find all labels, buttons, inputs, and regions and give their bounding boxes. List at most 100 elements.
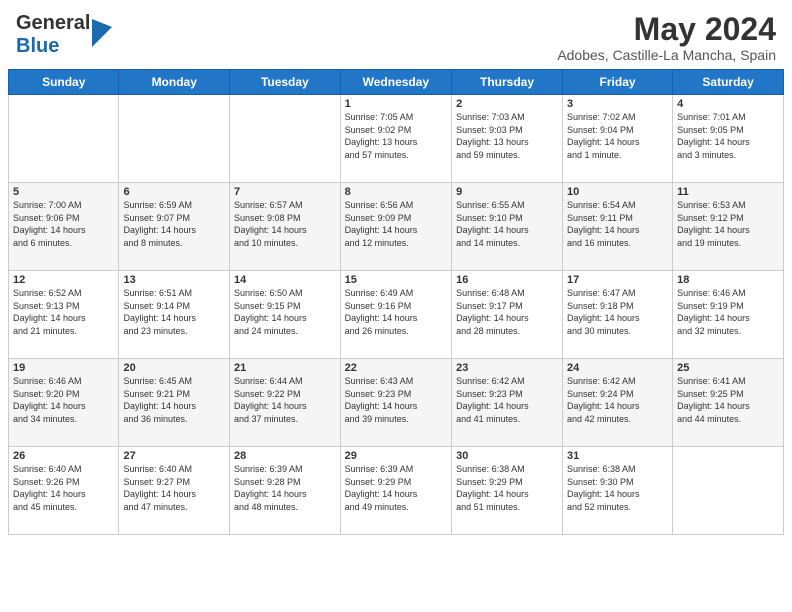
- calendar-cell: 24Sunrise: 6:42 AM Sunset: 9:24 PM Dayli…: [562, 359, 672, 447]
- page: General Blue May 2024 Adobes, Castille-L…: [0, 0, 792, 612]
- day-info: Sunrise: 6:54 AM Sunset: 9:11 PM Dayligh…: [567, 199, 668, 249]
- day-info: Sunrise: 7:05 AM Sunset: 9:02 PM Dayligh…: [345, 111, 447, 161]
- day-info: Sunrise: 6:55 AM Sunset: 9:10 PM Dayligh…: [456, 199, 558, 249]
- calendar-cell: 16Sunrise: 6:48 AM Sunset: 9:17 PM Dayli…: [452, 271, 563, 359]
- day-info: Sunrise: 6:38 AM Sunset: 9:30 PM Dayligh…: [567, 463, 668, 513]
- day-of-week-header: Wednesday: [340, 70, 451, 95]
- day-of-week-header: Monday: [119, 70, 230, 95]
- day-info: Sunrise: 7:00 AM Sunset: 9:06 PM Dayligh…: [13, 199, 114, 249]
- subtitle: Adobes, Castille-La Mancha, Spain: [557, 47, 776, 63]
- day-number: 4: [677, 98, 779, 110]
- day-info: Sunrise: 6:41 AM Sunset: 9:25 PM Dayligh…: [677, 375, 779, 425]
- calendar-cell: 3Sunrise: 7:02 AM Sunset: 9:04 PM Daylig…: [562, 95, 672, 183]
- day-info: Sunrise: 6:46 AM Sunset: 9:19 PM Dayligh…: [677, 287, 779, 337]
- calendar-week-row: 26Sunrise: 6:40 AM Sunset: 9:26 PM Dayli…: [9, 447, 784, 535]
- day-of-week-header: Saturday: [673, 70, 784, 95]
- day-number: 6: [123, 186, 225, 198]
- days-of-week-row: SundayMondayTuesdayWednesdayThursdayFrid…: [9, 70, 784, 95]
- calendar-cell: 27Sunrise: 6:40 AM Sunset: 9:27 PM Dayli…: [119, 447, 230, 535]
- day-number: 3: [567, 98, 668, 110]
- calendar-cell: 28Sunrise: 6:39 AM Sunset: 9:28 PM Dayli…: [230, 447, 341, 535]
- day-number: 19: [13, 362, 114, 374]
- calendar-cell: [119, 95, 230, 183]
- day-info: Sunrise: 6:45 AM Sunset: 9:21 PM Dayligh…: [123, 375, 225, 425]
- calendar-cell: 30Sunrise: 6:38 AM Sunset: 9:29 PM Dayli…: [452, 447, 563, 535]
- calendar-cell: 7Sunrise: 6:57 AM Sunset: 9:08 PM Daylig…: [230, 183, 341, 271]
- day-number: 27: [123, 450, 225, 462]
- day-number: 26: [13, 450, 114, 462]
- day-of-week-header: Friday: [562, 70, 672, 95]
- day-number: 21: [234, 362, 336, 374]
- day-number: 30: [456, 450, 558, 462]
- calendar-cell: 18Sunrise: 6:46 AM Sunset: 9:19 PM Dayli…: [673, 271, 784, 359]
- day-number: 14: [234, 274, 336, 286]
- day-number: 17: [567, 274, 668, 286]
- day-info: Sunrise: 6:43 AM Sunset: 9:23 PM Dayligh…: [345, 375, 447, 425]
- day-number: 1: [345, 98, 447, 110]
- day-info: Sunrise: 6:49 AM Sunset: 9:16 PM Dayligh…: [345, 287, 447, 337]
- day-number: 31: [567, 450, 668, 462]
- day-number: 29: [345, 450, 447, 462]
- day-of-week-header: Tuesday: [230, 70, 341, 95]
- logo-blue: Blue: [16, 35, 59, 57]
- logo-text: General Blue: [16, 12, 90, 58]
- day-number: 10: [567, 186, 668, 198]
- logo: General Blue: [16, 12, 112, 58]
- calendar-cell: 6Sunrise: 6:59 AM Sunset: 9:07 PM Daylig…: [119, 183, 230, 271]
- day-number: 7: [234, 186, 336, 198]
- day-info: Sunrise: 6:51 AM Sunset: 9:14 PM Dayligh…: [123, 287, 225, 337]
- title-block: May 2024 Adobes, Castille-La Mancha, Spa…: [557, 12, 776, 63]
- day-info: Sunrise: 6:47 AM Sunset: 9:18 PM Dayligh…: [567, 287, 668, 337]
- calendar-cell: 4Sunrise: 7:01 AM Sunset: 9:05 PM Daylig…: [673, 95, 784, 183]
- day-number: 13: [123, 274, 225, 286]
- day-number: 24: [567, 362, 668, 374]
- calendar-cell: 26Sunrise: 6:40 AM Sunset: 9:26 PM Dayli…: [9, 447, 119, 535]
- day-number: 15: [345, 274, 447, 286]
- day-info: Sunrise: 6:40 AM Sunset: 9:26 PM Dayligh…: [13, 463, 114, 513]
- calendar-cell: 10Sunrise: 6:54 AM Sunset: 9:11 PM Dayli…: [562, 183, 672, 271]
- day-info: Sunrise: 6:53 AM Sunset: 9:12 PM Dayligh…: [677, 199, 779, 249]
- day-number: 25: [677, 362, 779, 374]
- day-of-week-header: Sunday: [9, 70, 119, 95]
- header: General Blue May 2024 Adobes, Castille-L…: [0, 0, 792, 69]
- calendar-cell: 19Sunrise: 6:46 AM Sunset: 9:20 PM Dayli…: [9, 359, 119, 447]
- calendar-cell: 20Sunrise: 6:45 AM Sunset: 9:21 PM Dayli…: [119, 359, 230, 447]
- calendar-cell: 8Sunrise: 6:56 AM Sunset: 9:09 PM Daylig…: [340, 183, 451, 271]
- calendar-cell: 5Sunrise: 7:00 AM Sunset: 9:06 PM Daylig…: [9, 183, 119, 271]
- day-of-week-header: Thursday: [452, 70, 563, 95]
- day-number: 12: [13, 274, 114, 286]
- calendar-week-row: 1Sunrise: 7:05 AM Sunset: 9:02 PM Daylig…: [9, 95, 784, 183]
- calendar-table: SundayMondayTuesdayWednesdayThursdayFrid…: [8, 69, 784, 535]
- calendar-cell: 15Sunrise: 6:49 AM Sunset: 9:16 PM Dayli…: [340, 271, 451, 359]
- day-info: Sunrise: 6:48 AM Sunset: 9:17 PM Dayligh…: [456, 287, 558, 337]
- day-number: 5: [13, 186, 114, 198]
- calendar-cell: [9, 95, 119, 183]
- calendar-cell: 23Sunrise: 6:42 AM Sunset: 9:23 PM Dayli…: [452, 359, 563, 447]
- day-info: Sunrise: 6:50 AM Sunset: 9:15 PM Dayligh…: [234, 287, 336, 337]
- calendar-cell: 21Sunrise: 6:44 AM Sunset: 9:22 PM Dayli…: [230, 359, 341, 447]
- calendar-cell: [230, 95, 341, 183]
- calendar-cell: 1Sunrise: 7:05 AM Sunset: 9:02 PM Daylig…: [340, 95, 451, 183]
- day-info: Sunrise: 6:42 AM Sunset: 9:23 PM Dayligh…: [456, 375, 558, 425]
- day-info: Sunrise: 6:46 AM Sunset: 9:20 PM Dayligh…: [13, 375, 114, 425]
- day-info: Sunrise: 6:39 AM Sunset: 9:28 PM Dayligh…: [234, 463, 336, 513]
- calendar-cell: 31Sunrise: 6:38 AM Sunset: 9:30 PM Dayli…: [562, 447, 672, 535]
- day-info: Sunrise: 6:56 AM Sunset: 9:09 PM Dayligh…: [345, 199, 447, 249]
- day-number: 22: [345, 362, 447, 374]
- day-number: 8: [345, 186, 447, 198]
- calendar-cell: 13Sunrise: 6:51 AM Sunset: 9:14 PM Dayli…: [119, 271, 230, 359]
- calendar-cell: 11Sunrise: 6:53 AM Sunset: 9:12 PM Dayli…: [673, 183, 784, 271]
- day-info: Sunrise: 6:52 AM Sunset: 9:13 PM Dayligh…: [13, 287, 114, 337]
- day-number: 11: [677, 186, 779, 198]
- day-number: 9: [456, 186, 558, 198]
- day-number: 16: [456, 274, 558, 286]
- day-info: Sunrise: 6:39 AM Sunset: 9:29 PM Dayligh…: [345, 463, 447, 513]
- calendar-cell: 22Sunrise: 6:43 AM Sunset: 9:23 PM Dayli…: [340, 359, 451, 447]
- calendar-cell: 12Sunrise: 6:52 AM Sunset: 9:13 PM Dayli…: [9, 271, 119, 359]
- day-info: Sunrise: 6:40 AM Sunset: 9:27 PM Dayligh…: [123, 463, 225, 513]
- day-info: Sunrise: 6:44 AM Sunset: 9:22 PM Dayligh…: [234, 375, 336, 425]
- day-info: Sunrise: 7:01 AM Sunset: 9:05 PM Dayligh…: [677, 111, 779, 161]
- day-info: Sunrise: 6:59 AM Sunset: 9:07 PM Dayligh…: [123, 199, 225, 249]
- day-number: 28: [234, 450, 336, 462]
- calendar-cell: 29Sunrise: 6:39 AM Sunset: 9:29 PM Dayli…: [340, 447, 451, 535]
